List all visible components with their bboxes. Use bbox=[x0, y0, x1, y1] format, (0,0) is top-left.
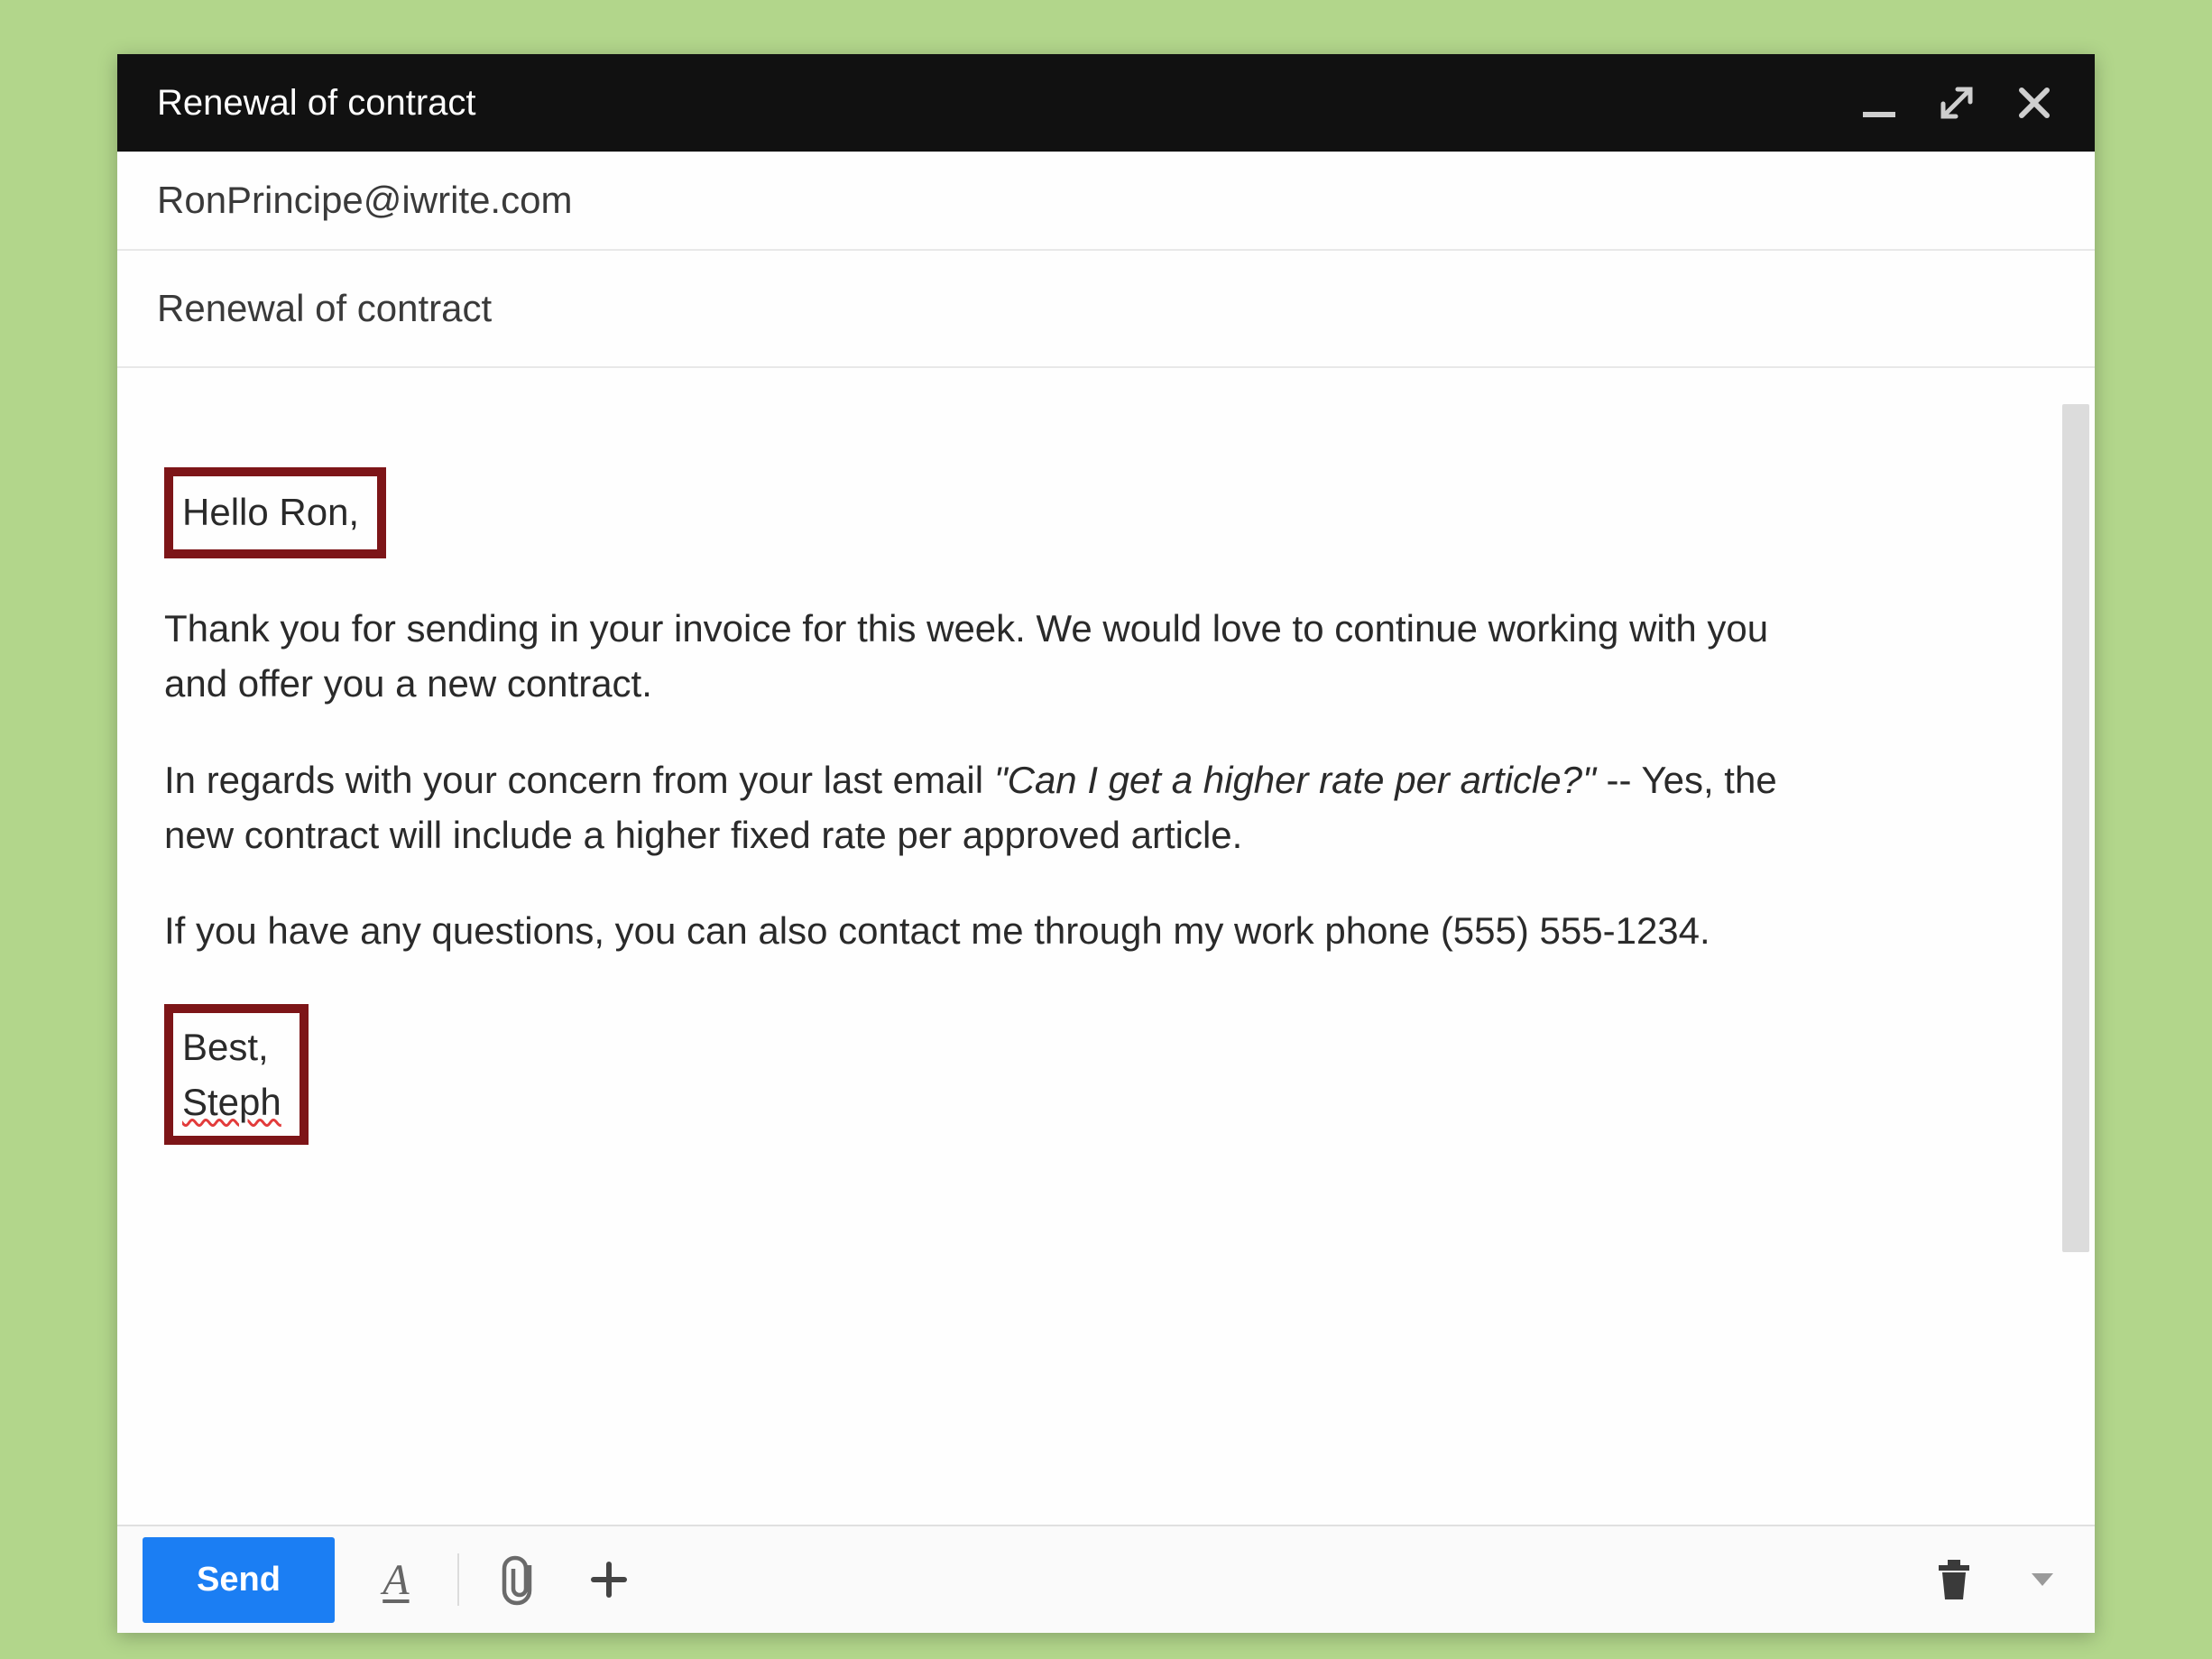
para2-prefix: In regards with your concern from your l… bbox=[164, 759, 994, 801]
window-title: Renewal of contract bbox=[157, 83, 1855, 124]
send-button[interactable]: Send bbox=[143, 1537, 335, 1623]
window-controls bbox=[1855, 78, 2059, 127]
body-paragraph-1: Thank you for sending in your invoice fo… bbox=[164, 602, 1824, 712]
insert-icon[interactable] bbox=[582, 1553, 636, 1607]
closing-line-2: Steph bbox=[182, 1075, 281, 1130]
closing-line-1: Best, bbox=[182, 1020, 281, 1075]
subject-field[interactable]: Renewal of contract bbox=[117, 251, 2095, 368]
body-paragraph-2: In regards with your concern from your l… bbox=[164, 753, 1824, 863]
scrollbar[interactable] bbox=[2062, 404, 2089, 1252]
body-paragraph-3: If you have any questions, you can also … bbox=[164, 904, 1824, 959]
expand-icon[interactable] bbox=[1932, 78, 1981, 127]
greeting-highlight: Hello Ron, bbox=[164, 467, 386, 558]
compose-toolbar: Send A bbox=[117, 1525, 2095, 1633]
formatting-icon[interactable]: A bbox=[369, 1553, 423, 1607]
subject-value: Renewal of contract bbox=[157, 287, 492, 329]
greeting-text: Hello Ron, bbox=[182, 491, 359, 533]
to-field[interactable]: RonPrincipe@iwrite.com bbox=[117, 152, 2095, 251]
toolbar-divider bbox=[457, 1553, 459, 1606]
email-body[interactable]: Hello Ron, Thank you for sending in your… bbox=[117, 368, 2095, 1525]
signature-name: Steph bbox=[182, 1081, 281, 1123]
signature-highlight: Best, Steph bbox=[164, 1004, 309, 1145]
more-options-icon[interactable] bbox=[2015, 1553, 2069, 1607]
title-bar: Renewal of contract bbox=[117, 54, 2095, 152]
close-icon[interactable] bbox=[2010, 78, 2059, 127]
compose-window: Renewal of contract RonPrincipe@iwrite.c… bbox=[117, 54, 2095, 1633]
attach-icon[interactable] bbox=[493, 1553, 548, 1607]
minimize-icon[interactable] bbox=[1855, 78, 1903, 127]
to-value: RonPrincipe@iwrite.com bbox=[157, 179, 572, 221]
para2-quote: "Can I get a higher rate per article?" bbox=[994, 759, 1596, 801]
trash-icon[interactable] bbox=[1927, 1553, 1981, 1607]
